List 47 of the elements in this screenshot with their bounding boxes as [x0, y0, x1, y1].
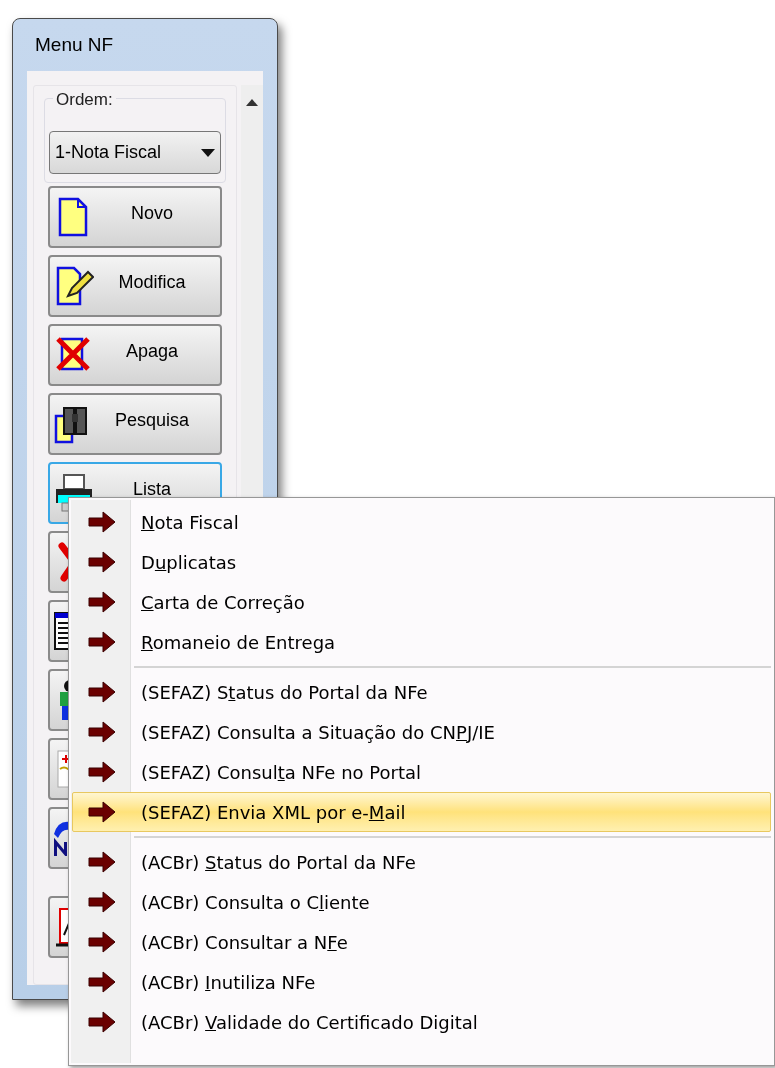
document-pencil-icon: [54, 264, 94, 308]
menu-item[interactable]: (SEFAZ) Envia XML por e-Mail: [72, 792, 771, 832]
dropdown-arrow-icon: [201, 148, 215, 157]
menu-item-label: Duplicatas: [141, 550, 237, 575]
arrow-right-icon: [86, 1011, 117, 1033]
menu-item[interactable]: (SEFAZ) Status do Portal da NFe: [72, 672, 771, 712]
globe-logo-icon: [54, 820, 70, 856]
menu-item-label: (SEFAZ) Status do Portal da NFe: [141, 680, 428, 705]
menu-item-label: (ACBr) Validade do Certificado Digital: [141, 1010, 478, 1035]
menu-item[interactable]: Duplicatas: [72, 542, 771, 582]
arrow-right-icon: [86, 681, 117, 703]
menu-item-label: (SEFAZ) Envia XML por e-Mail: [141, 800, 406, 825]
toolbar-button[interactable]: Novo: [48, 186, 222, 248]
arrow-right-icon: [86, 971, 117, 993]
toolbar-button[interactable]: Pesquisa: [48, 393, 222, 455]
arrow-right-icon: [86, 931, 117, 953]
arrow-right-icon: [86, 801, 117, 823]
menu-item[interactable]: (SEFAZ) Consulta a Situação do CNPJ/IE: [72, 712, 771, 752]
menu-item[interactable]: (ACBr) Status do Portal da NFe: [72, 842, 771, 882]
menu-item-label: (SEFAZ) Consulta NFe no Portal: [141, 760, 421, 785]
menu-item[interactable]: Carta de Correção: [72, 582, 771, 622]
arrow-right-icon: [86, 591, 117, 613]
menu-item[interactable]: Romaneio de Entrega: [72, 622, 771, 662]
arrow-right-icon: [86, 851, 117, 873]
arrow-right-icon: [86, 511, 117, 533]
menu-item-label: (ACBr) Consulta o Cliente: [141, 890, 370, 915]
scroll-up-arrow-icon[interactable]: [246, 99, 258, 106]
arrow-right-icon: [86, 761, 117, 783]
arrow-right-icon: [86, 891, 117, 913]
menu-item[interactable]: (SEFAZ) Consulta NFe no Portal: [72, 752, 771, 792]
order-dropdown[interactable]: 1-Nota Fiscal: [49, 131, 221, 174]
window-title: Menu NF: [35, 32, 114, 57]
arrow-right-icon: [86, 551, 117, 573]
arrow-right-icon: [86, 721, 117, 743]
menu-item[interactable]: (ACBr) Inutiliza NFe: [72, 962, 771, 1002]
menu-item-label: (ACBr) Consultar a NFe: [141, 930, 348, 955]
menu-item-label: Romaneio de Entrega: [141, 630, 336, 655]
menu-item[interactable]: (ACBr) Consultar a NFe: [72, 922, 771, 962]
menu-item[interactable]: (ACBr) Validade do Certificado Digital: [72, 1002, 771, 1042]
arrow-right-icon: [86, 631, 117, 653]
menu-item-label: (ACBr) Status do Portal da NFe: [141, 850, 416, 875]
toolbar-button[interactable]: Modifica: [48, 255, 222, 317]
toolbar-button[interactable]: Apaga: [48, 324, 222, 386]
menu-item-label: (SEFAZ) Consulta a Situação do CNPJ/IE: [141, 720, 495, 745]
menu-item[interactable]: (ACBr) Consulta o Cliente: [72, 882, 771, 922]
menu-item-label: Carta de Correção: [141, 590, 305, 615]
menu-item-label: (ACBr) Inutiliza NFe: [141, 970, 316, 995]
